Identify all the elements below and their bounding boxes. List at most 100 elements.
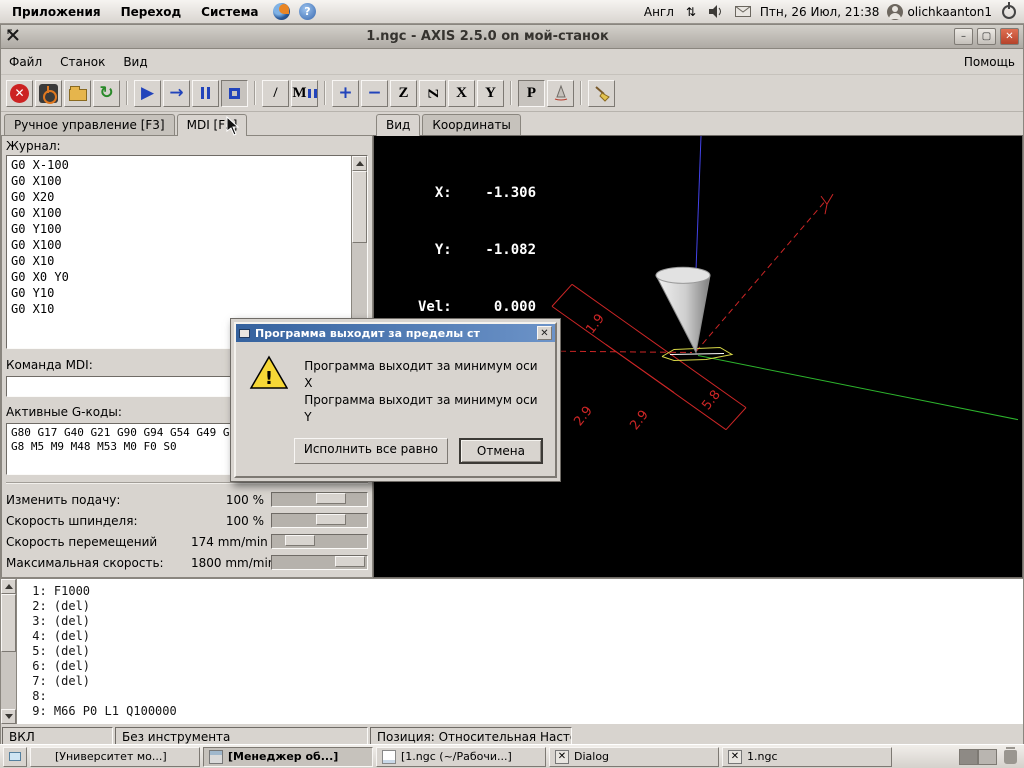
history-entry[interactable]: G0 X100 [11, 238, 347, 254]
dimension-label: 5.8 [699, 388, 724, 414]
maximize-button[interactable]: ▢ [977, 28, 996, 45]
history-entry[interactable]: G0 X100 [11, 206, 347, 222]
shutdown-icon[interactable] [1000, 3, 1018, 21]
view-z-rotated-button[interactable]: Z [419, 80, 446, 107]
slider-thumb[interactable] [335, 556, 365, 567]
scrollbar-thumb[interactable] [352, 171, 367, 243]
minimize-button[interactable]: – [954, 28, 973, 45]
history-entry[interactable]: G0 Y10 [11, 286, 347, 302]
workspace-switcher[interactable] [959, 749, 997, 765]
tab-mdi[interactable]: MDI [F5] [177, 114, 248, 136]
taskbar-window-file-manager[interactable]: [Менеджер об...] [203, 747, 373, 767]
volume-icon[interactable] [708, 3, 726, 21]
applications-menu[interactable]: Приложения [6, 0, 107, 23]
scroll-up-icon[interactable] [352, 156, 367, 171]
open-file-button[interactable] [64, 80, 91, 107]
trash-icon[interactable] [1004, 750, 1017, 764]
z-rotated-view-icon: Z [424, 88, 441, 98]
mail-icon[interactable] [734, 3, 752, 21]
menu-help[interactable]: Помощь [964, 55, 1015, 69]
spindle-override-label: Скорость шпинделя: [6, 514, 191, 528]
history-entry[interactable]: G0 X100 [11, 174, 347, 190]
user-menu[interactable]: olichkaanton1 [887, 4, 992, 20]
history-entry[interactable]: G0 X0 Y0 [11, 270, 347, 286]
menu-view[interactable]: Вид [123, 55, 147, 69]
view-x-button[interactable]: X [448, 80, 475, 107]
estop-button[interactable]: ✕ [6, 80, 33, 107]
layout-switch-icon[interactable]: ⇅ [682, 3, 700, 21]
taskbar-window-editor[interactable]: [1.ngc (~/Рабочи...] [376, 747, 546, 767]
show-desktop-button[interactable] [3, 747, 27, 767]
keyboard-layout-indicator[interactable]: Англ [644, 5, 674, 19]
history-entry[interactable]: G0 X-100 [11, 158, 347, 174]
scrollbar-thumb[interactable] [1, 594, 16, 652]
scroll-down-icon[interactable] [1, 709, 16, 724]
text-editor-icon [382, 750, 396, 764]
zoom-in-button[interactable]: + [332, 80, 359, 107]
step-button[interactable]: → [163, 80, 190, 107]
menu-file[interactable]: Файл [9, 55, 42, 69]
workspace-2[interactable] [978, 749, 997, 765]
system-menu[interactable]: Система [195, 0, 264, 23]
history-entry[interactable]: G0 X10 [11, 254, 347, 270]
dialog-close-icon[interactable]: ✕ [537, 326, 552, 340]
jog-speed-slider[interactable] [271, 534, 368, 549]
cancel-button[interactable]: Отмена [459, 438, 543, 464]
history-entry[interactable]: G0 X10 [11, 302, 347, 318]
clock[interactable]: Птн, 26 Июл, 21:38 [760, 5, 880, 19]
run-anyway-button[interactable]: Исполнить все равно [294, 438, 448, 464]
dialog-icon [239, 329, 250, 338]
slider-thumb[interactable] [316, 514, 346, 525]
program-text[interactable]: 1: F1000 2: (del) 3: (del) 4: (del) 5: (… [17, 579, 1023, 724]
stop-button[interactable] [221, 80, 248, 107]
dimension-label: 1.9 [583, 311, 608, 337]
max-velocity-slider[interactable] [271, 555, 368, 570]
pause-button[interactable] [192, 80, 219, 107]
history-entry[interactable]: G0 Y100 [11, 222, 347, 238]
skip-lines-toggle[interactable]: / [262, 80, 289, 107]
run-button[interactable]: ▶ [134, 80, 161, 107]
scroll-up-icon[interactable] [1, 579, 16, 594]
tab-manual-control[interactable]: Ручное управление [F3] [4, 114, 175, 135]
dialog-titlebar[interactable]: Программа выходит за пределы ст ✕ [236, 324, 555, 342]
view-y-button[interactable]: Y [477, 80, 504, 107]
toolbar-separator [126, 81, 128, 105]
close-button[interactable]: ✕ [1000, 28, 1019, 45]
places-menu[interactable]: Переход [115, 0, 188, 23]
history-entry[interactable]: G0 X20 [11, 190, 347, 206]
reload-button[interactable]: ↻ [93, 80, 120, 107]
slider-thumb[interactable] [285, 535, 315, 546]
zoom-out-button[interactable]: − [361, 80, 388, 107]
window-titlebar[interactable]: 1.ngc - AXIS 2.5.0 on мой-станок – ▢ ✕ [1, 25, 1023, 49]
toolbar-separator [324, 81, 326, 105]
taskbar-window-dialog[interactable]: ✕Dialog [549, 747, 719, 767]
help-launcher-icon[interactable]: ? [298, 3, 316, 21]
taskbar-window-firefox[interactable]: [Университет мо...] [30, 747, 200, 767]
spindle-override-value: 100 % [191, 514, 271, 528]
feed-override-slider[interactable] [271, 492, 368, 507]
play-icon: ▶ [141, 85, 154, 102]
toolbar: ✕ ↻ ▶ → / M + − Z Z X Y P [1, 75, 1023, 112]
max-velocity-value: 1800 mm/min [191, 556, 271, 570]
firefox-launcher-icon[interactable] [272, 3, 290, 21]
program-listing: 1: F1000 2: (del) 3: (del) 4: (del) 5: (… [1, 578, 1023, 724]
spindle-axis-line [696, 136, 701, 270]
optional-pause-toggle[interactable]: M [291, 80, 318, 107]
menubar: Файл Станок Вид Помощь [1, 49, 1023, 75]
tab-preview[interactable]: Вид [376, 114, 420, 136]
taskbar-window-axis[interactable]: ✕1.ngc [722, 747, 892, 767]
tab-dro[interactable]: Координаты [422, 114, 521, 135]
rotate-view-button[interactable] [547, 80, 574, 107]
menu-machine[interactable]: Станок [60, 55, 105, 69]
slider-thumb[interactable] [316, 493, 346, 504]
clear-plot-button[interactable] [588, 80, 615, 107]
view-perspective-button[interactable]: P [518, 80, 545, 107]
desktop: Приложения Переход Система ? Англ ⇅ Птн,… [0, 0, 1024, 768]
slash-icon: / [273, 85, 277, 102]
program-scrollbar[interactable] [1, 579, 17, 724]
toolbar-separator [254, 81, 256, 105]
view-z-button[interactable]: Z [390, 80, 417, 107]
spindle-override-slider[interactable] [271, 513, 368, 528]
workspace-1[interactable] [959, 749, 978, 765]
machine-power-button[interactable] [35, 80, 62, 107]
